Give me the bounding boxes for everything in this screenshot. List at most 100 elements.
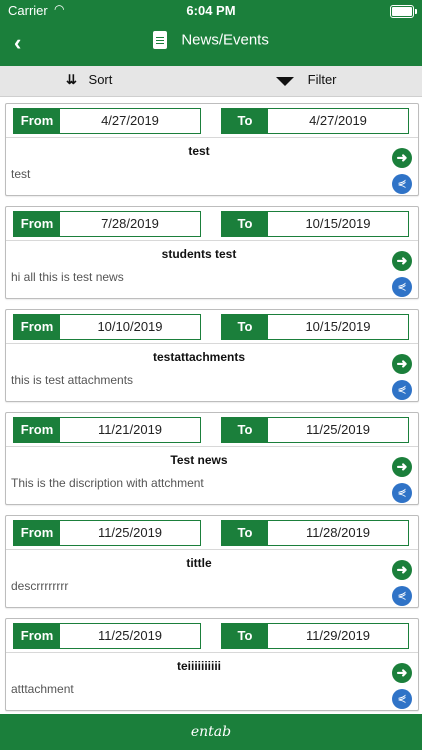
footer-bar: entab — [0, 714, 422, 750]
news-card: From 4/27/2019 To 4/27/2019 test test ➜ … — [5, 103, 419, 196]
news-title: students test — [161, 247, 237, 261]
arrow-right-icon: ➜ — [396, 665, 408, 680]
to-field: To 11/25/2019 — [221, 417, 409, 443]
news-description: descrrrrrrrr — [11, 579, 69, 593]
from-date: 11/25/2019 — [97, 628, 163, 643]
from-field: From 11/25/2019 — [13, 623, 201, 649]
to-field: To 10/15/2019 — [221, 314, 409, 340]
news-card: From 10/10/2019 To 10/15/2019 testattach… — [5, 309, 419, 402]
to-field: To 11/29/2019 — [221, 623, 409, 649]
divider — [6, 240, 418, 241]
divider — [6, 549, 418, 550]
share-button[interactable]: ⋞ — [392, 174, 412, 194]
news-description: This is the discription with attchment — [11, 476, 204, 490]
news-title: testattachments — [152, 350, 246, 364]
news-card: From 11/25/2019 To 11/29/2019 teiiiiiiii… — [5, 618, 419, 711]
date-range: From 11/25/2019 To 11/28/2019 — [13, 520, 411, 546]
news-card: From 11/25/2019 To 11/28/2019 tittle des… — [5, 515, 419, 608]
to-label: To — [222, 109, 268, 133]
battery-icon — [390, 5, 417, 18]
to-label: To — [222, 212, 268, 236]
share-icon: ⋞ — [397, 590, 407, 602]
to-field: To 10/15/2019 — [221, 211, 409, 237]
to-date: 4/27/2019 — [309, 113, 367, 128]
filter-label: Filter — [307, 72, 337, 87]
page-title: News/Events — [181, 31, 269, 49]
from-label: From — [14, 212, 60, 236]
date-range: From 7/28/2019 To 10/15/2019 — [13, 211, 411, 237]
open-button[interactable]: ➜ — [392, 354, 412, 374]
from-label: From — [14, 418, 60, 442]
open-button[interactable]: ➜ — [392, 251, 412, 271]
open-button[interactable]: ➜ — [392, 560, 412, 580]
status-bar: Carrier ◠ 6:04 PM — [0, 0, 422, 22]
share-icon: ⋞ — [397, 281, 407, 293]
share-button[interactable]: ⋞ — [392, 586, 412, 606]
news-title: Test news — [170, 453, 228, 467]
status-time: 6:04 PM — [186, 3, 236, 18]
sort-icon: ⇊ — [66, 72, 77, 87]
news-card: From 11/21/2019 To 11/25/2019 Test news … — [5, 412, 419, 505]
open-button[interactable]: ➜ — [392, 663, 412, 683]
arrow-right-icon: ➜ — [396, 150, 408, 165]
to-label: To — [222, 624, 268, 648]
from-field: From 11/21/2019 — [13, 417, 201, 443]
from-date: 4/27/2019 — [101, 113, 159, 128]
to-label: To — [222, 418, 268, 442]
open-button[interactable]: ➜ — [392, 148, 412, 168]
document-icon — [153, 31, 168, 50]
divider — [6, 343, 418, 344]
to-field: To 11/28/2019 — [221, 520, 409, 546]
date-range: From 10/10/2019 To 10/15/2019 — [13, 314, 411, 340]
from-label: From — [14, 109, 60, 133]
share-button[interactable]: ⋞ — [392, 689, 412, 709]
sort-button[interactable]: ⇊ Sort — [66, 72, 112, 88]
page-title-wrap: News/Events — [0, 31, 422, 50]
news-description: hi all this is test news — [11, 270, 124, 284]
share-button[interactable]: ⋞ — [392, 380, 412, 400]
filter-icon — [276, 77, 294, 86]
filter-button[interactable]: Filter — [276, 72, 337, 87]
news-card: From 7/28/2019 To 10/15/2019 students te… — [5, 206, 419, 299]
to-date: 10/15/2019 — [305, 319, 371, 334]
open-button[interactable]: ➜ — [392, 457, 412, 477]
to-date: 11/25/2019 — [305, 422, 371, 437]
toolbar: ⇊ Sort Filter — [0, 66, 422, 97]
date-range: From 4/27/2019 To 4/27/2019 — [13, 108, 411, 134]
sort-label: Sort — [88, 72, 113, 87]
from-label: From — [14, 521, 60, 545]
from-field: From 11/25/2019 — [13, 520, 201, 546]
share-button[interactable]: ⋞ — [392, 277, 412, 297]
to-field: To 4/27/2019 — [221, 108, 409, 134]
arrow-right-icon: ➜ — [396, 253, 408, 268]
news-title: tittle — [186, 556, 212, 570]
to-date: 11/29/2019 — [305, 628, 371, 643]
share-icon: ⋞ — [397, 487, 407, 499]
from-field: From 7/28/2019 — [13, 211, 201, 237]
from-date: 11/25/2019 — [97, 525, 163, 540]
divider — [6, 446, 418, 447]
share-icon: ⋞ — [397, 693, 407, 705]
to-label: To — [222, 521, 268, 545]
from-date: 11/21/2019 — [97, 422, 163, 437]
date-range: From 11/25/2019 To 11/29/2019 — [13, 623, 411, 649]
from-label: From — [14, 624, 60, 648]
share-icon: ⋞ — [397, 384, 407, 396]
to-date: 10/15/2019 — [305, 216, 371, 231]
share-button[interactable]: ⋞ — [392, 483, 412, 503]
arrow-right-icon: ➜ — [396, 459, 408, 474]
news-description: test — [11, 167, 31, 181]
news-title: teiiiiiiiiii — [176, 659, 221, 673]
news-description: this is test attachments — [11, 373, 134, 387]
divider — [6, 137, 418, 138]
to-label: To — [222, 315, 268, 339]
arrow-right-icon: ➜ — [396, 356, 408, 371]
brand-logo: entab — [190, 724, 232, 740]
news-description: atttachment — [11, 682, 74, 696]
from-date: 10/10/2019 — [97, 319, 163, 334]
news-list[interactable]: From 4/27/2019 To 4/27/2019 test test ➜ … — [0, 96, 422, 714]
news-title: test — [188, 144, 210, 158]
from-label: From — [14, 315, 60, 339]
share-icon: ⋞ — [397, 178, 407, 190]
from-field: From 10/10/2019 — [13, 314, 201, 340]
